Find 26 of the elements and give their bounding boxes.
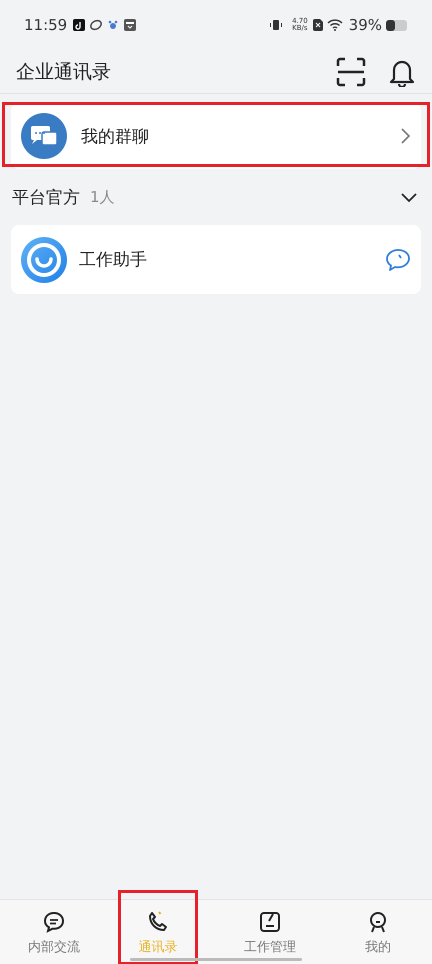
battery-icon bbox=[386, 20, 408, 30]
contact-row[interactable]: 工作助手 bbox=[11, 225, 421, 294]
vibrate-icon bbox=[269, 19, 284, 31]
chat-icon bbox=[42, 910, 66, 934]
inbox-icon bbox=[124, 19, 136, 31]
nav-tab[interactable]: 我的 bbox=[324, 900, 432, 964]
scan-icon[interactable] bbox=[336, 56, 366, 86]
sim-icon bbox=[312, 19, 323, 31]
page-title: 企业通讯录 bbox=[16, 60, 112, 84]
battery-level: 39% bbox=[348, 16, 382, 34]
note-icon bbox=[258, 910, 282, 934]
nav-tab[interactable]: 工作管理 bbox=[216, 900, 324, 964]
ring-icon bbox=[90, 19, 102, 31]
status-time: 11:59 bbox=[24, 16, 68, 34]
music-app-icon bbox=[73, 19, 86, 31]
group-chat-icon bbox=[21, 113, 67, 159]
chevron-down-icon[interactable] bbox=[400, 191, 418, 203]
phone-icon bbox=[146, 910, 170, 934]
member-count: 1人 bbox=[90, 188, 116, 206]
chat-bubble-icon[interactable] bbox=[385, 248, 411, 272]
assistant-avatar-icon bbox=[21, 236, 67, 282]
section-title: 平台官方 bbox=[12, 186, 80, 208]
paw-icon bbox=[107, 19, 120, 31]
wifi-icon bbox=[326, 19, 343, 31]
nav-tab[interactable]: 内部交流 bbox=[0, 900, 108, 964]
chevron-right-icon bbox=[399, 127, 411, 145]
